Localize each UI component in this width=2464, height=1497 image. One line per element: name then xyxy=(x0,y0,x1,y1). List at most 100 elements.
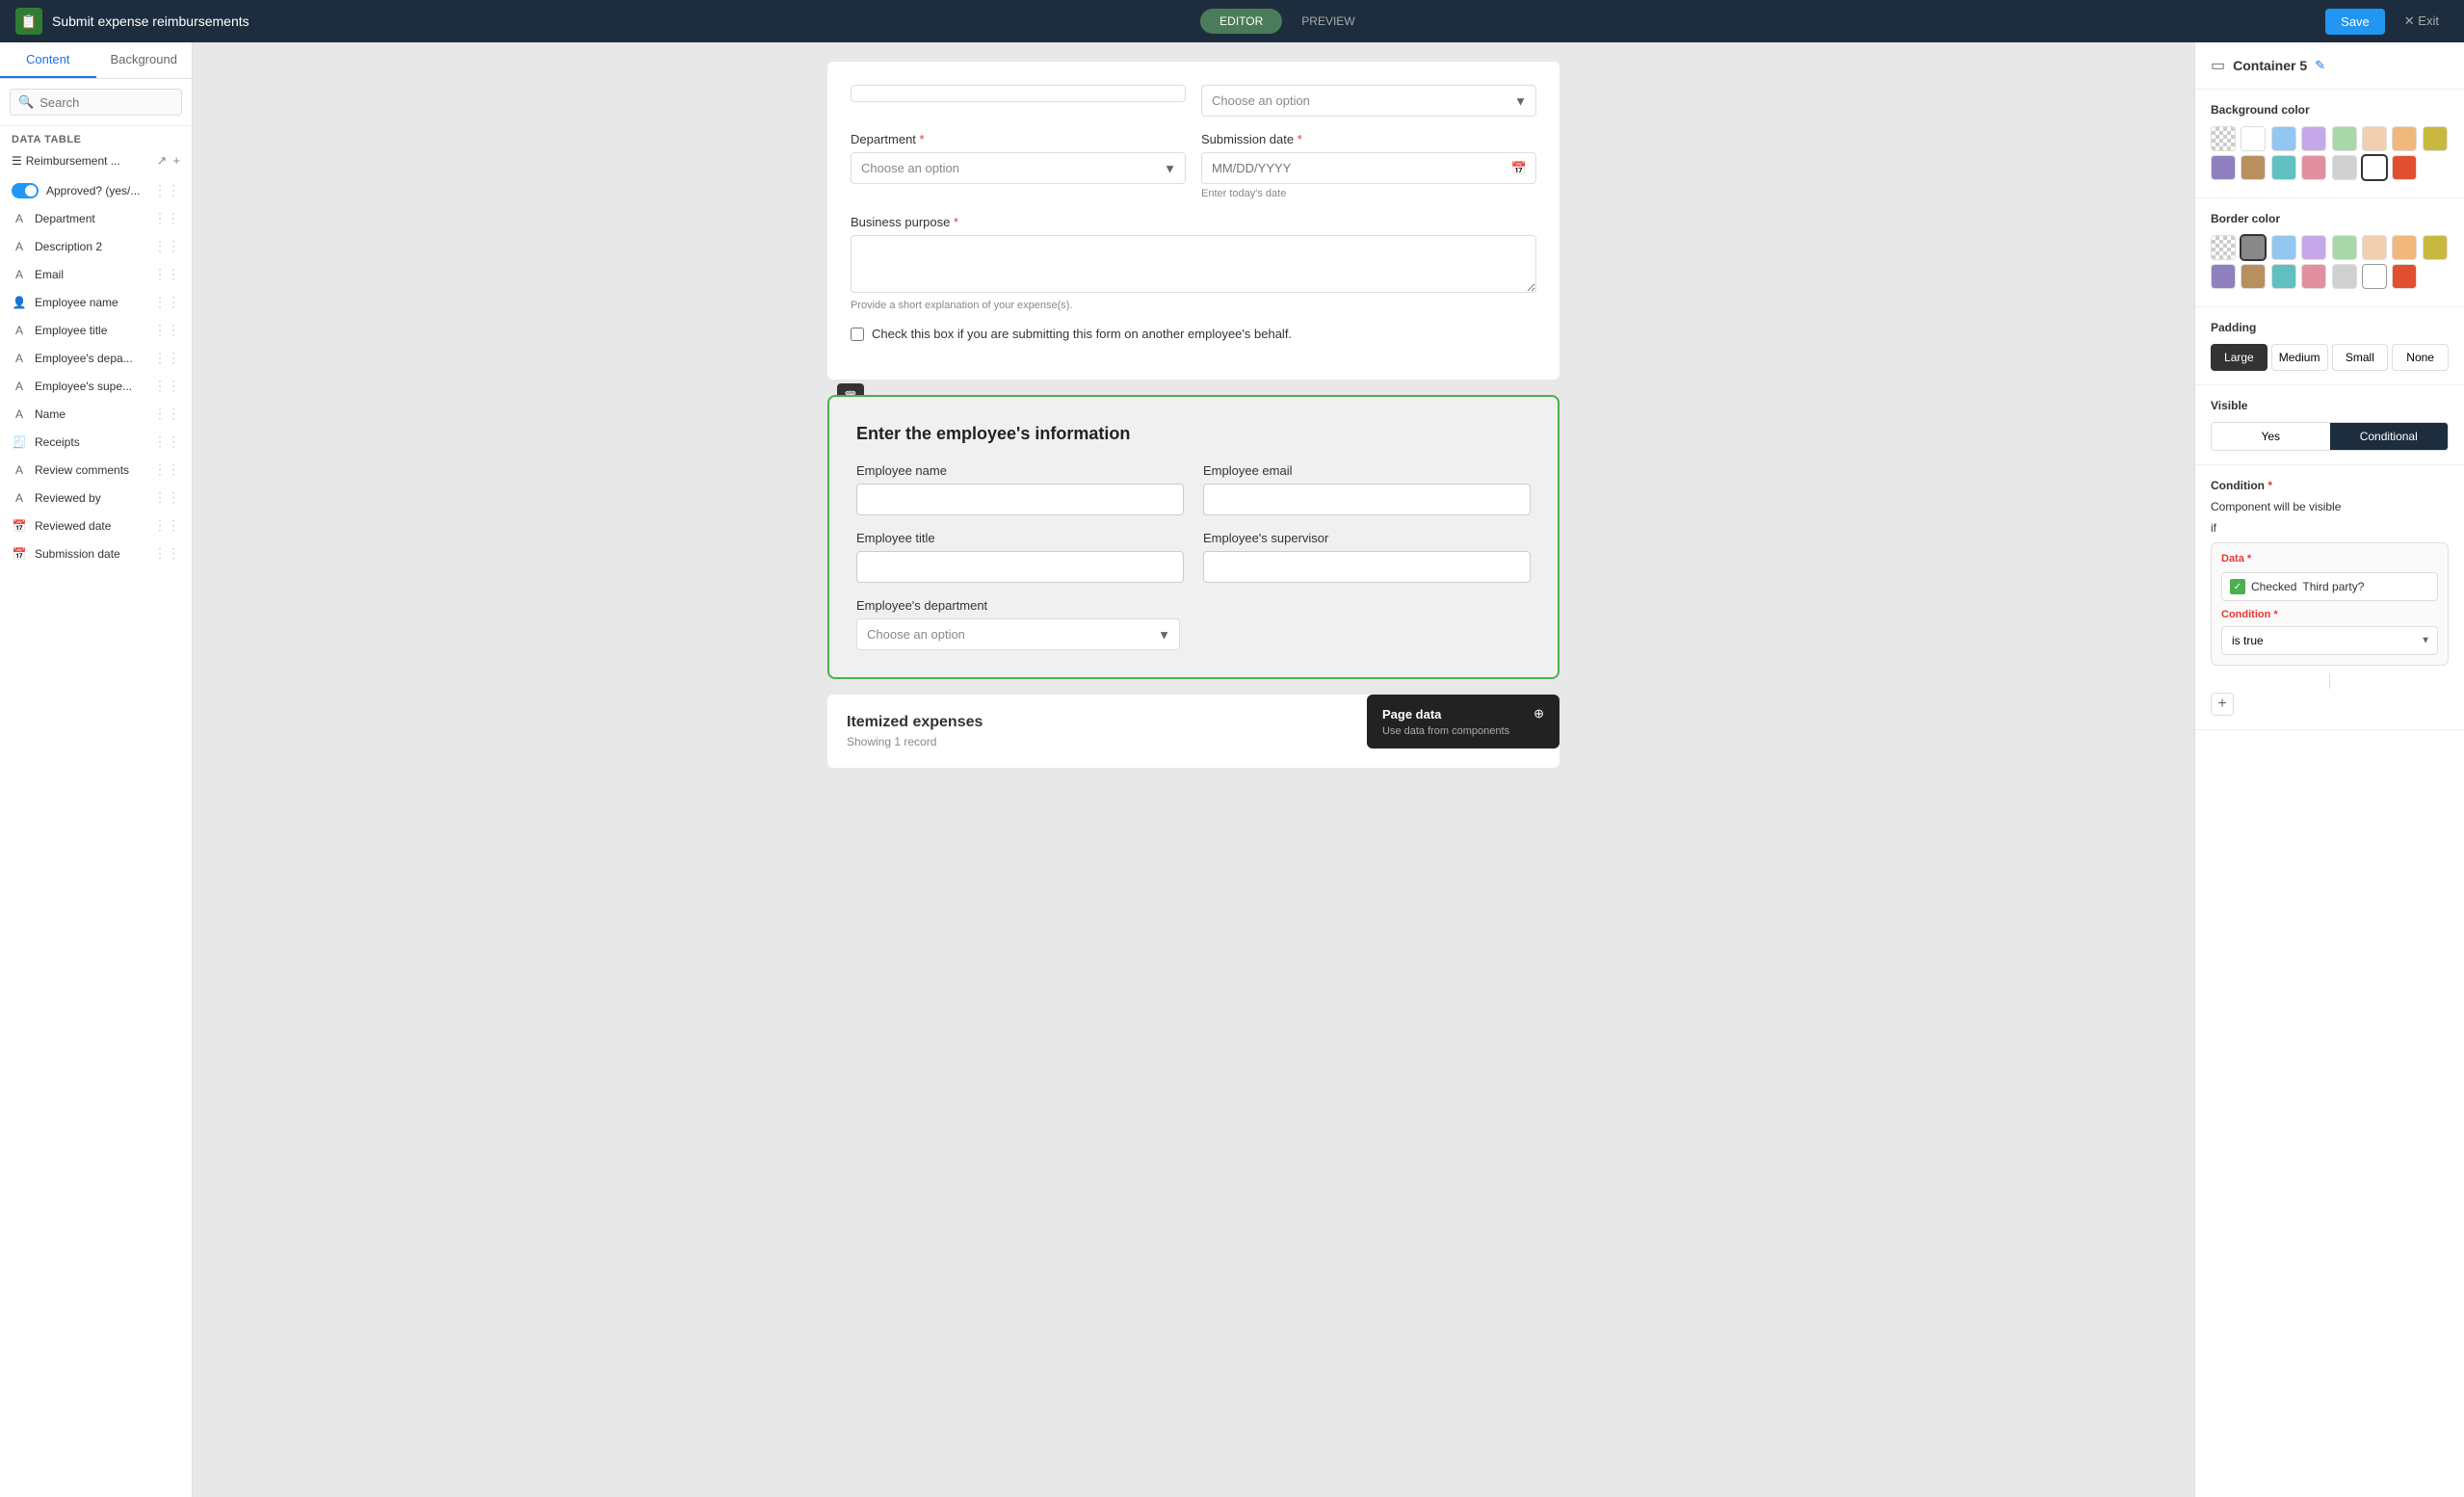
drag-handle-icon[interactable]: ⋮⋮ xyxy=(153,322,180,338)
drag-handle-icon[interactable]: ⋮⋮ xyxy=(153,350,180,366)
employee-email-input[interactable] xyxy=(1203,484,1531,515)
sidebar-item-employees-dept[interactable]: A Employee's depa... ⋮⋮ xyxy=(0,344,192,372)
border-swatch-gray[interactable] xyxy=(2241,235,2266,260)
sidebar-item-review-comments[interactable]: A Review comments ⋮⋮ xyxy=(0,456,192,484)
border-swatch-gray2[interactable] xyxy=(2332,264,2357,289)
padding-small[interactable]: Small xyxy=(2332,344,2389,371)
sidebar-item-name[interactable]: A Name ⋮⋮ xyxy=(0,400,192,428)
border-swatch-pink[interactable] xyxy=(2301,264,2326,289)
sidebar-item-submission-date[interactable]: 📅 Submission date ⋮⋮ xyxy=(0,539,192,567)
employee-name-col: Employee name xyxy=(856,463,1184,515)
employee-supervisor-input[interactable] xyxy=(1203,551,1531,583)
border-swatch-yellow[interactable] xyxy=(2423,235,2448,260)
padding-large[interactable]: Large xyxy=(2211,344,2267,371)
border-swatch-peach[interactable] xyxy=(2362,235,2387,260)
color-swatch-purple1[interactable] xyxy=(2301,126,2326,151)
drag-handle-icon[interactable]: ⋮⋮ xyxy=(153,210,180,226)
color-swatch-pink1[interactable] xyxy=(2301,155,2326,180)
drag-handle-icon[interactable]: ⋮⋮ xyxy=(153,433,180,450)
department-select[interactable]: Choose an option xyxy=(851,152,1186,184)
border-swatch-orange[interactable] xyxy=(2392,235,2417,260)
border-swatch-blue[interactable] xyxy=(2271,235,2296,260)
sidebar-tabs: Content Background xyxy=(0,42,192,79)
add-table-icon[interactable]: + xyxy=(172,153,180,169)
business-purpose-input[interactable] xyxy=(851,235,1536,293)
edit-icon[interactable]: ✎ xyxy=(2315,58,2325,73)
color-swatch-transparent[interactable] xyxy=(2211,126,2236,151)
employee-title-input[interactable] xyxy=(856,551,1184,583)
border-swatch-brown[interactable] xyxy=(2241,264,2266,289)
editor-tab[interactable]: EDITOR xyxy=(1200,9,1282,34)
tab-background[interactable]: Background xyxy=(96,42,193,78)
color-swatch-gray1[interactable] xyxy=(2332,155,2357,180)
border-swatch-transparent[interactable] xyxy=(2211,235,2236,260)
add-condition-button[interactable]: + xyxy=(2211,693,2234,716)
border-swatch-purple2[interactable] xyxy=(2211,264,2236,289)
if-label: if xyxy=(2211,521,2449,535)
color-swatch-peach1[interactable] xyxy=(2362,126,2387,151)
border-swatch-red[interactable] xyxy=(2392,264,2417,289)
border-swatch-green[interactable] xyxy=(2332,235,2357,260)
color-swatch-white[interactable] xyxy=(2241,126,2266,151)
drag-handle-icon[interactable]: ⋮⋮ xyxy=(153,406,180,422)
drag-handle-icon[interactable]: ⋮⋮ xyxy=(153,517,180,534)
sidebar-item-email[interactable]: A Email ⋮⋮ xyxy=(0,260,192,288)
top-dropdown-wrap: Choose an option ▼ xyxy=(1201,85,1536,117)
drag-handle-icon[interactable]: ⋮⋮ xyxy=(153,489,180,506)
employee-department-select[interactable]: Choose an option xyxy=(856,618,1180,650)
padding-none[interactable]: None xyxy=(2392,344,2449,371)
color-swatch-orange1[interactable] xyxy=(2392,126,2417,151)
condition-visible-text: Component will be visible xyxy=(2211,500,2449,513)
color-swatch-white2[interactable] xyxy=(2362,155,2387,180)
sidebar-item-department[interactable]: A Department ⋮⋮ xyxy=(0,204,192,232)
visible-options: Yes Conditional xyxy=(2211,422,2449,451)
padding-medium[interactable]: Medium xyxy=(2271,344,2328,371)
drag-handle-icon[interactable]: ⋮⋮ xyxy=(153,266,180,282)
condition-select[interactable]: is true xyxy=(2221,626,2438,655)
submission-date-input[interactable] xyxy=(1201,152,1536,184)
border-swatch-teal[interactable] xyxy=(2271,264,2296,289)
employee-name-input[interactable] xyxy=(856,484,1184,515)
search-input[interactable] xyxy=(39,95,173,110)
employee-department-select-wrap: Choose an option ▼ xyxy=(856,618,1180,650)
sidebar-item-receipts[interactable]: 🧾 Receipts ⋮⋮ xyxy=(0,428,192,456)
external-link-icon[interactable]: ↗ xyxy=(157,153,168,169)
sidebar-item-employee-name[interactable]: 👤 Employee name ⋮⋮ xyxy=(0,288,192,316)
tab-content[interactable]: Content xyxy=(0,42,96,78)
color-swatch-blue1[interactable] xyxy=(2271,126,2296,151)
color-swatch-brown1[interactable] xyxy=(2241,155,2266,180)
border-swatch-purple[interactable] xyxy=(2301,235,2326,260)
save-button[interactable]: Save xyxy=(2325,9,2385,35)
collapse-icon[interactable]: ⊕ xyxy=(1533,706,1544,722)
exit-button[interactable]: ✕ Exit xyxy=(2395,8,2449,35)
color-swatch-green1[interactable] xyxy=(2332,126,2357,151)
sidebar-item-approved[interactable]: Approved? (yes/... ⋮⋮ xyxy=(0,176,192,204)
top-dropdown[interactable]: Choose an option xyxy=(1201,85,1536,117)
color-swatch-yellow1[interactable] xyxy=(2423,126,2448,151)
sidebar-item-employee-title[interactable]: A Employee title ⋮⋮ xyxy=(0,316,192,344)
business-purpose-label: Business purpose * xyxy=(851,215,1536,229)
visible-conditional[interactable]: Conditional xyxy=(2330,423,2449,450)
color-swatch-teal1[interactable] xyxy=(2271,155,2296,180)
color-swatch-purple2[interactable] xyxy=(2211,155,2236,180)
color-swatch-red1[interactable] xyxy=(2392,155,2417,180)
sidebar-item-reviewed-date[interactable]: 📅 Reviewed date ⋮⋮ xyxy=(0,512,192,539)
employee-email-label: Employee email xyxy=(1203,463,1531,478)
drag-handle-icon[interactable]: ⋮⋮ xyxy=(153,182,180,198)
drag-handle-icon[interactable]: ⋮⋮ xyxy=(153,294,180,310)
preview-tab[interactable]: PREVIEW xyxy=(1282,9,1374,34)
sidebar-item-employees-sup[interactable]: A Employee's supe... ⋮⋮ xyxy=(0,372,192,400)
sidebar-item-description2[interactable]: A Description 2 ⋮⋮ xyxy=(0,232,192,260)
drag-handle-icon[interactable]: ⋮⋮ xyxy=(153,238,180,254)
drag-handle-icon[interactable]: ⋮⋮ xyxy=(153,378,180,394)
data-table-name: ☰ Reimbursement ... xyxy=(12,154,120,168)
form-col-left xyxy=(851,85,1186,117)
visible-yes[interactable]: Yes xyxy=(2212,423,2330,450)
border-swatch-white[interactable] xyxy=(2362,264,2387,289)
sidebar-item-label: Employee's supe... xyxy=(35,380,132,393)
drag-handle-icon[interactable]: ⋮⋮ xyxy=(153,461,180,478)
sidebar-item-reviewed-by[interactable]: A Reviewed by ⋮⋮ xyxy=(0,484,192,512)
text-icon: A xyxy=(12,462,27,478)
third-party-checkbox[interactable] xyxy=(851,328,864,341)
drag-handle-icon[interactable]: ⋮⋮ xyxy=(153,545,180,562)
